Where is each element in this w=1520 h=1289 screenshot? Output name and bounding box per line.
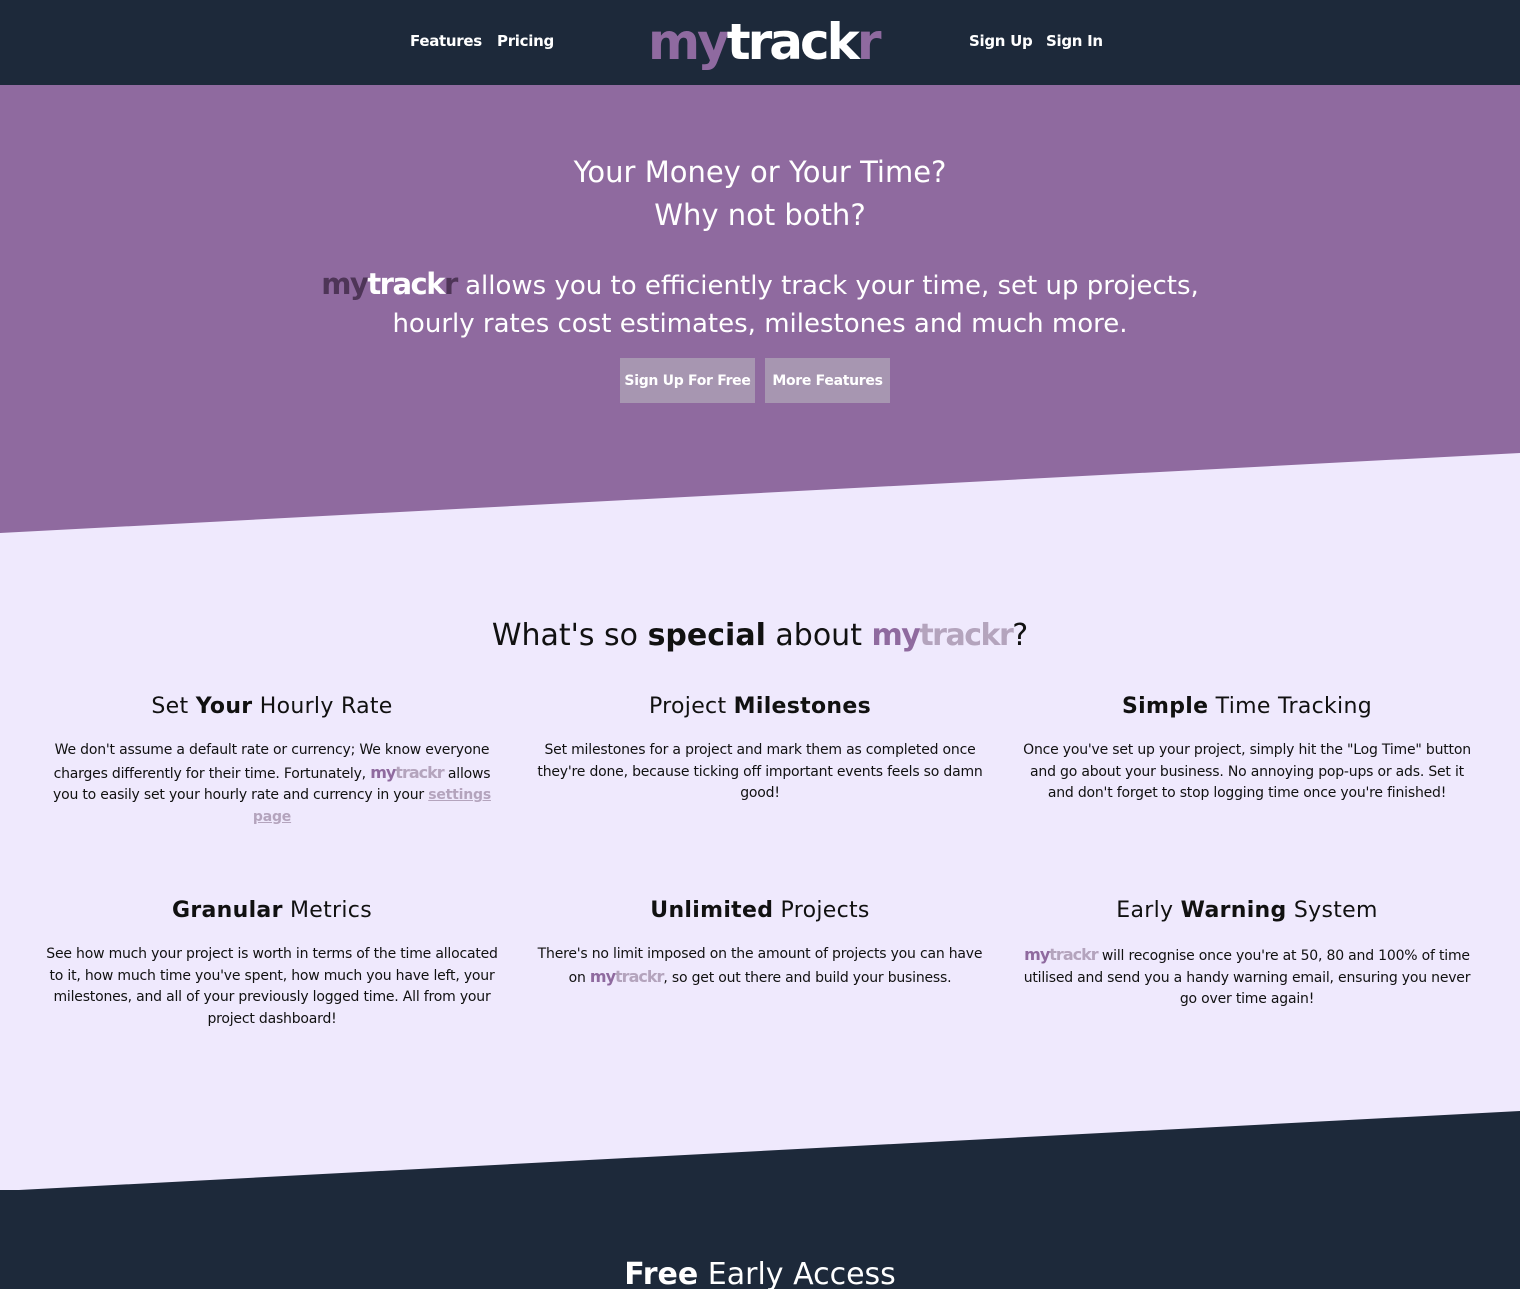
- feature-title-b: Milestones: [733, 694, 871, 719]
- feature-early-warning: Early Warning System mytrackr will recog…: [1017, 896, 1477, 1011]
- hero-diagonal-divider: [0, 450, 1520, 535]
- inline-brand-my: my: [1024, 945, 1050, 964]
- hero-subtitle-line1-text: allows you to efficiently track your tim…: [456, 271, 1199, 301]
- feature-text: See how much your project is worth in te…: [46, 946, 498, 1027]
- hero-title-line2: Why not both?: [654, 198, 866, 232]
- feature-title-c: Metrics: [282, 898, 372, 923]
- brand-logo[interactable]: mytrackr: [648, 12, 882, 72]
- feature-granular-metrics: Granular Metrics See how much your proje…: [42, 896, 502, 1030]
- feature-title-c: Projects: [773, 898, 870, 923]
- feature-text: There's no limit imposed on the amount o…: [530, 944, 990, 989]
- features-heading-brand-track: trackr: [919, 618, 1013, 653]
- features-heading-question: ?: [1012, 618, 1029, 653]
- feature-unlimited-projects: Unlimited Projects There's no limit impo…: [530, 896, 990, 989]
- hero-brand-logo: mytrackr: [321, 267, 458, 301]
- feature-title-c: Time Tracking: [1208, 694, 1372, 719]
- more-features-button[interactable]: More Features: [765, 358, 890, 403]
- brand-logo-track: track: [726, 13, 860, 71]
- feature-title-a: Early: [1116, 898, 1181, 923]
- feature-title-b: Your: [195, 694, 253, 719]
- hero-subtitle-line2: hourly rates cost estimates, milestones …: [392, 309, 1128, 339]
- feature-title-b: Warning: [1180, 898, 1287, 923]
- feature-simple-time-tracking: Simple Time Tracking Once you've set up …: [1017, 692, 1477, 805]
- feature-title-b: Unlimited: [650, 898, 774, 923]
- feature-text: mytrackr will recognise once you're at 5…: [1017, 944, 1477, 1011]
- early-access-title-bold: Free: [624, 1257, 699, 1289]
- features-heading-post: about: [765, 618, 872, 653]
- inline-brand-track: trackr: [1049, 945, 1098, 964]
- signup-free-button[interactable]: Sign Up For Free: [620, 358, 755, 403]
- nav-pricing-link[interactable]: Pricing: [497, 32, 554, 50]
- inline-brand-logo: mytrackr: [589, 966, 664, 986]
- features-heading: What's so special about mytrackr?: [0, 618, 1520, 653]
- feature-title-a: Project: [649, 694, 734, 719]
- hero-brand-r: r: [444, 267, 458, 301]
- feature-title: Early Warning System: [1017, 896, 1477, 926]
- features-heading-bold: special: [647, 618, 766, 653]
- nav-features-link[interactable]: Features: [410, 32, 482, 50]
- features-heading-brand-my: my: [871, 618, 921, 653]
- feature-title-a: Set: [151, 694, 196, 719]
- nav-signup-link[interactable]: Sign Up: [969, 32, 1033, 50]
- feature-text: Once you've set up your project, simply …: [1023, 742, 1471, 801]
- features-heading-brand: mytrackr: [871, 618, 1014, 653]
- footer-diagonal-divider: [0, 1110, 1520, 1192]
- hero-subtitle: mytrackr allows you to efficiently track…: [0, 265, 1520, 343]
- inline-brand-my: my: [589, 966, 616, 986]
- early-access-title-rest: Early Access: [698, 1257, 896, 1289]
- feature-text-post: , so get out there and build your busine…: [663, 969, 952, 986]
- feature-title-b: Granular: [172, 898, 283, 923]
- inline-brand-track: trackr: [395, 762, 444, 782]
- brand-logo-my: my: [648, 13, 730, 71]
- brand-logo-r: r: [856, 13, 882, 71]
- feature-title: Unlimited Projects: [530, 896, 990, 926]
- feature-text: Set milestones for a project and mark th…: [537, 742, 983, 801]
- feature-project-milestones: Project Milestones Set milestones for a …: [530, 692, 990, 805]
- nav-signin-link[interactable]: Sign In: [1046, 32, 1103, 50]
- feature-title-c: Hourly Rate: [252, 694, 393, 719]
- feature-title: Set Your Hourly Rate: [42, 692, 502, 722]
- hero-title: Your Money or Your Time? Why not both?: [0, 151, 1520, 237]
- feature-title-c: System: [1286, 898, 1378, 923]
- hero-brand-my: my: [321, 267, 369, 301]
- feature-title: Granular Metrics: [42, 896, 502, 926]
- feature-title: Simple Time Tracking: [1017, 692, 1477, 722]
- features-heading-pre: What's so: [491, 618, 648, 653]
- top-nav: Features Pricing mytrackr Sign Up Sign I…: [0, 0, 1520, 85]
- inline-brand-track: trackr: [615, 966, 664, 986]
- feature-text: We don't assume a default rate or curren…: [42, 740, 502, 828]
- feature-title-b: Simple: [1122, 694, 1209, 719]
- inline-brand-logo: mytrackr: [370, 762, 444, 782]
- early-access-title: Free Early Access: [0, 1257, 1520, 1289]
- feature-title: Project Milestones: [530, 692, 990, 722]
- hero-title-line1: Your Money or Your Time?: [573, 155, 947, 189]
- inline-brand-my: my: [370, 762, 396, 782]
- feature-hourly-rate: Set Your Hourly Rate We don't assume a d…: [42, 692, 502, 828]
- inline-brand-logo: mytrackr: [1024, 945, 1098, 964]
- hero-subtitle-line1: mytrackr allows you to efficiently track…: [0, 265, 1520, 305]
- hero-brand-track: track: [367, 267, 445, 301]
